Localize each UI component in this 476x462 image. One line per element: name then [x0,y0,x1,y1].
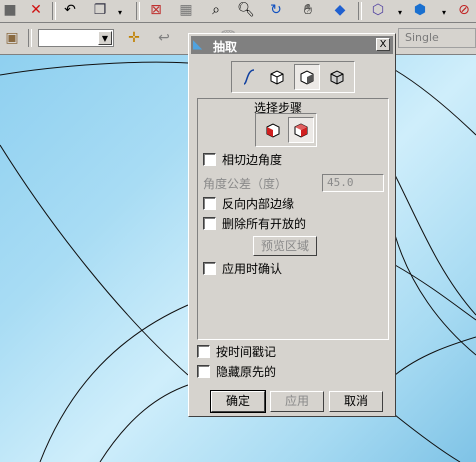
block-icon[interactable]: ■ [0,0,20,20]
ok-button[interactable]: 确定 [210,390,266,413]
rotate-icon[interactable]: ↻ [266,0,286,20]
toolbar-separator [28,29,32,47]
app-icon: ◣ [193,37,203,51]
angle-tolerance-label: 角度公差（度） [203,176,288,191]
hide-original-checkbox[interactable] [197,364,210,378]
chevron-down-icon[interactable]: ▾ [110,2,130,22]
pan-hand-icon[interactable]: ✋︎ [298,0,318,20]
zoom-icon[interactable]: ⌕ [206,0,226,20]
delete-all-open-option[interactable]: 删除所有开放的 [203,215,306,231]
confirm-on-apply-checkbox[interactable] [203,261,216,275]
copy-icon[interactable]: ❐ [90,0,110,20]
preview-region-button[interactable]: 预览区域 [253,236,317,256]
region-extract-icon[interactable] [294,64,320,90]
tangent-angle-checkbox[interactable] [203,152,216,166]
chevron-down-icon[interactable]: ▾ [434,2,454,22]
reverse-inner-edges-option[interactable]: 反向内部边缘 [203,195,294,211]
chevron-down-icon[interactable]: ▼ [98,31,112,45]
extract-dialog: ◣ 抽取 X 选择步骤 相切边角度 角度公差（度） 45.0 反向内部边缘 删除… [188,33,396,417]
cancel-button[interactable]: 取消 [329,391,383,412]
extract-type-group [231,61,355,93]
delete-icon[interactable]: ✕ [26,0,46,20]
toolbar-separator [52,2,56,20]
dialog-title: 抽取 [213,40,238,54]
confirm-on-apply-label: 应用时确认 [222,261,283,276]
apply-button[interactable]: 应用 [270,391,324,412]
reverse-inner-edges-label: 反向内部边缘 [222,196,295,211]
chevron-down-icon[interactable]: ▾ [390,2,410,22]
reverse-inner-edges-checkbox[interactable] [203,196,216,210]
tangent-angle-option[interactable]: 相切边角度 [203,151,282,167]
delete-all-open-label: 删除所有开放的 [222,216,307,231]
face-extract-icon[interactable] [264,64,290,90]
boundary-face-icon[interactable] [288,117,314,143]
back-arrow-icon[interactable]: ↩ [154,28,174,48]
timestamp-checkbox[interactable] [197,344,210,358]
confirm-on-apply-option[interactable]: 应用时确认 [203,260,282,276]
type-filter-combo[interactable]: ▼ [38,29,114,47]
body-extract-icon[interactable] [324,64,350,90]
solid-cube-icon[interactable]: ⬢ [410,0,430,20]
part-icon[interactable]: ▣ [2,28,22,48]
angle-tolerance-row: 角度公差（度） [203,175,287,191]
delete-all-open-checkbox[interactable] [203,216,216,230]
tangent-angle-label: 相切边角度 [222,152,283,167]
fit-view-icon[interactable]: ⊠ [146,0,166,20]
undo-icon[interactable]: ↶ [60,0,80,20]
shade-icon[interactable]: ◆ [330,0,350,20]
angle-tolerance-input[interactable]: 45.0 [322,174,384,192]
snap-icon[interactable]: ✛ [124,28,144,48]
magnify-icon[interactable]: 🔍︎ [236,0,256,20]
dialog-titlebar[interactable]: ◣ 抽取 X [191,36,393,54]
hide-original-option[interactable]: 隐藏原先的 [197,363,276,379]
curve-extract-icon[interactable] [236,64,262,90]
toolbar-separator [136,2,140,20]
selection-steps [255,113,317,147]
toolbar-separator [358,2,362,20]
timestamp-label: 按时间戳记 [216,344,277,359]
main-toolbar: ■ ✕ ↶ ❐ ▾ ⊠ ▦ ⌕ 🔍︎ ↻ ✋︎ ◆ ⬡ ▾ ⬢ ▾ ⊘ [0,0,476,23]
selection-scope-field[interactable]: Single [398,28,476,48]
seed-face-icon[interactable] [260,117,286,143]
zoom-window-icon[interactable]: ▦ [176,0,196,20]
timestamp-option[interactable]: 按时间戳记 [197,343,276,359]
stop-icon[interactable]: ⊘ [454,0,474,20]
close-button[interactable]: X [376,38,390,51]
wireframe-cube-icon[interactable]: ⬡ [368,0,388,20]
hide-original-label: 隐藏原先的 [216,364,277,379]
